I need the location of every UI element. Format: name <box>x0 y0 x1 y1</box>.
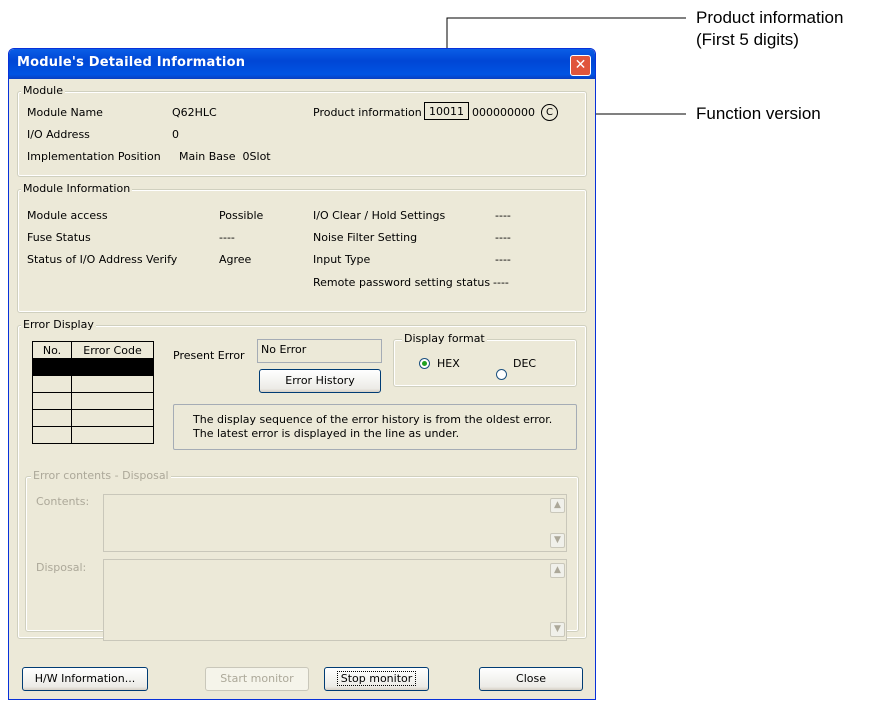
error-history-button[interactable]: Error History <box>259 369 381 393</box>
module-group-legend: Module <box>21 84 65 97</box>
error-history-table[interactable]: No. Error Code <box>32 341 154 444</box>
display-format-legend: Display format <box>402 332 487 345</box>
module-detail-dialog: Module's Detailed Information ✕ Module M… <box>8 48 596 700</box>
dec-radio[interactable] <box>496 369 507 380</box>
product-info-label: Product information <box>313 106 422 119</box>
fuse-status-value: ---- <box>219 231 235 244</box>
title-bar[interactable]: Module's Detailed Information ✕ <box>9 49 595 79</box>
table-row[interactable] <box>32 375 154 393</box>
io-address-verify-label: Status of I/O Address Verify <box>27 253 178 266</box>
table-header-row: No. Error Code <box>32 341 154 359</box>
column-header-no: No. <box>32 341 72 359</box>
noise-filter-value: ---- <box>495 231 511 244</box>
input-type-value: ---- <box>495 253 511 266</box>
table-row[interactable] <box>32 409 154 427</box>
hex-radio-label[interactable]: HEX <box>437 357 460 370</box>
io-clear-hold-label: I/O Clear / Hold Settings <box>313 209 446 222</box>
module-information-legend: Module Information <box>21 182 133 195</box>
column-header-error-code: Error Code <box>71 341 154 359</box>
disposal-scroll-down-button[interactable]: ▼ <box>550 622 565 637</box>
disposal-scroll-up-button[interactable]: ▲ <box>550 563 565 578</box>
contents-scroll-up-button[interactable]: ▲ <box>550 498 565 513</box>
close-button[interactable]: Close <box>479 667 583 691</box>
product-info-first5: 10011 <box>424 102 469 120</box>
close-window-button[interactable]: ✕ <box>570 55 591 76</box>
remote-password-label: Remote password setting status <box>313 276 491 289</box>
start-monitor-button[interactable]: Start monitor <box>205 667 309 691</box>
module-name-value: Q62HLC <box>172 106 217 119</box>
table-row[interactable] <box>32 426 154 444</box>
disposal-textarea[interactable]: ▲ ▼ <box>103 559 567 641</box>
error-history-note-line2: The latest error is displayed in the lin… <box>193 427 460 440</box>
io-address-label: I/O Address <box>27 128 90 141</box>
module-name-label: Module Name <box>27 106 103 119</box>
fuse-status-label: Fuse Status <box>27 231 91 244</box>
contents-scroll-down-button[interactable]: ▼ <box>550 533 565 548</box>
table-row[interactable] <box>32 392 154 410</box>
module-access-value: Possible <box>219 209 264 222</box>
stop-monitor-button[interactable]: Stop monitor <box>324 667 429 691</box>
error-display-legend: Error Display <box>21 318 96 331</box>
close-icon: ✕ <box>574 57 587 73</box>
error-contents-legend: Error contents - Disposal <box>31 469 171 482</box>
stop-monitor-label: Stop monitor <box>336 671 417 686</box>
contents-label: Contents: <box>36 495 90 508</box>
io-clear-hold-value: ---- <box>495 209 511 222</box>
product-info-rest: 000000000 <box>472 106 535 119</box>
dialog-title: Module's Detailed Information <box>17 55 246 70</box>
io-address-value: 0 <box>172 128 179 141</box>
implementation-position-label: Implementation Position <box>27 150 161 163</box>
contents-textarea[interactable]: ▲ ▼ <box>103 494 567 552</box>
module-access-label: Module access <box>27 209 108 222</box>
noise-filter-label: Noise Filter Setting <box>313 231 418 244</box>
input-type-label: Input Type <box>313 253 371 266</box>
hex-radio[interactable] <box>419 358 430 369</box>
remote-password-value: ---- <box>493 276 509 289</box>
implementation-position-value: Main Base 0Slot <box>179 150 271 163</box>
disposal-label: Disposal: <box>36 561 87 574</box>
dec-radio-label[interactable]: DEC <box>513 357 536 370</box>
hw-information-button[interactable]: H/W Information... <box>22 667 148 691</box>
error-history-note-line1: The display sequence of the error histor… <box>193 413 553 426</box>
function-version-value: C <box>541 104 558 121</box>
table-row-selected[interactable] <box>32 358 154 376</box>
module-information-group <box>17 189 587 313</box>
io-address-verify-value: Agree <box>219 253 252 266</box>
present-error-label: Present Error <box>173 349 245 362</box>
module-group <box>17 91 587 177</box>
present-error-field: No Error <box>257 339 382 363</box>
